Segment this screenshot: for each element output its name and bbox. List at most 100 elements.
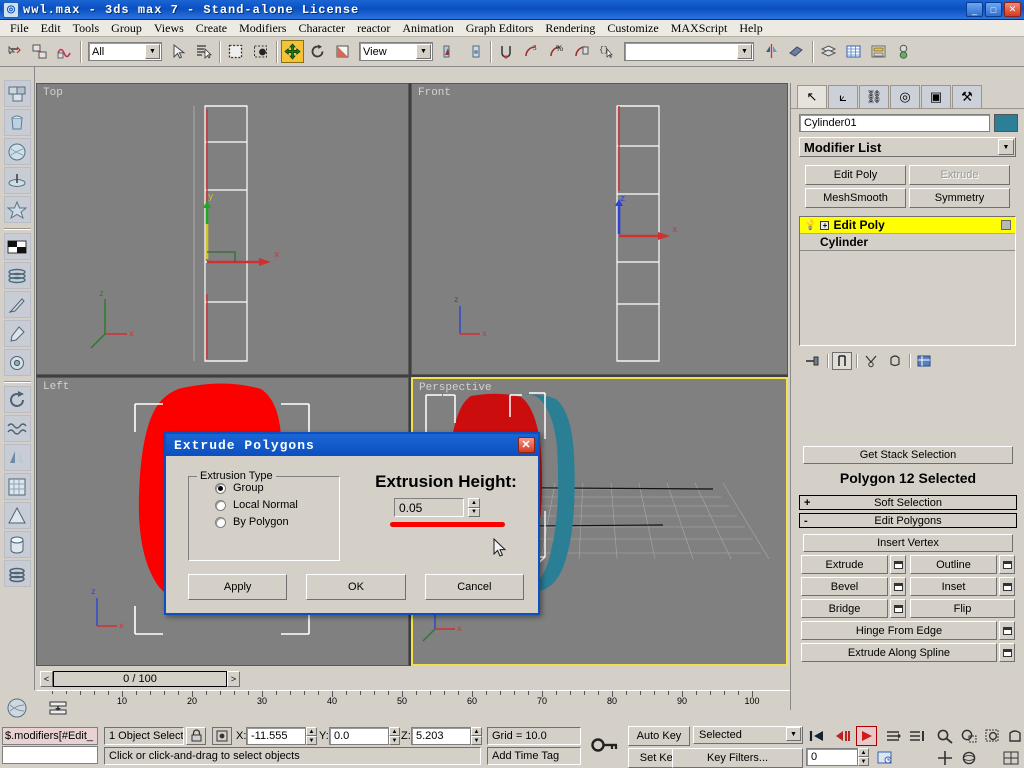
pan-button[interactable] — [934, 748, 955, 768]
create-tab[interactable]: ↖ — [797, 85, 827, 108]
next-frame-arrow[interactable]: > — [227, 671, 240, 687]
select-and-rotate-button[interactable] — [306, 40, 329, 63]
window-crossing-toggle-button[interactable] — [249, 40, 272, 63]
extrude-along-spline-button[interactable]: Extrude Along Spline — [801, 643, 997, 662]
align-button[interactable] — [785, 40, 808, 63]
render-type-button[interactable] — [3, 262, 31, 289]
previous-frame-arrow[interactable]: < — [40, 671, 53, 687]
modifier-button-symmetry[interactable]: Symmetry — [909, 188, 1010, 208]
open-track-view-button[interactable] — [2, 694, 32, 722]
snap-toggle-button[interactable] — [3, 80, 31, 107]
mirror-tool-button[interactable] — [3, 444, 31, 471]
menu-item-graph-editors[interactable]: Graph Editors — [460, 20, 540, 37]
frame-indicator[interactable]: 0 / 100 — [53, 671, 227, 687]
menu-item-tools[interactable]: Tools — [67, 20, 106, 37]
material-editor-button[interactable] — [892, 40, 915, 63]
named-selection-sets-combo[interactable]: ▼ — [624, 42, 754, 61]
spinner-up-icon[interactable]: ▲ — [468, 498, 480, 508]
select-by-name-button[interactable] — [192, 40, 215, 63]
stack-entry-edit-poly[interactable]: 💡 + Edit Poly — [800, 217, 1015, 234]
extrusion-height-field[interactable]: 0.05 — [394, 498, 464, 517]
chevron-down-icon[interactable]: ▼ — [998, 139, 1014, 155]
edit-polygon-button-flip[interactable]: Flip — [910, 599, 1015, 618]
z-coordinate-spinner[interactable]: ▲ ▼ — [471, 727, 482, 745]
object-name-field[interactable]: Cylinder01 — [799, 114, 990, 132]
rectangular-selection-region-button[interactable] — [224, 40, 247, 63]
snap-toggle-button[interactable] — [495, 40, 518, 63]
radio-local-normal-icon[interactable] — [215, 499, 226, 511]
modifier-list-dropdown[interactable]: Modifier List ▼ — [799, 137, 1016, 157]
menu-item-file[interactable]: File — [4, 20, 35, 37]
maxscript-listener-input[interactable] — [2, 746, 98, 764]
radio-local-normal-option[interactable]: Local Normal — [189, 494, 339, 511]
z-coordinate-field[interactable]: 5.203 — [411, 727, 471, 745]
time-configuration-button[interactable] — [874, 748, 895, 768]
next-frame-button[interactable] — [882, 726, 903, 746]
menu-item-customize[interactable]: Customize — [601, 20, 664, 37]
zoom-extents-button[interactable] — [982, 726, 1003, 746]
menu-item-maxscript[interactable]: MAXScript — [665, 20, 734, 37]
layer-manager-button[interactable] — [817, 40, 840, 63]
remove-modifier-button[interactable] — [885, 352, 905, 370]
select-and-link-button[interactable] — [28, 40, 51, 63]
menu-item-character[interactable]: Character — [292, 20, 351, 37]
chevron-down-icon[interactable]: ▼ — [786, 727, 801, 741]
extrusion-height-spinner[interactable]: ▲ ▼ — [468, 498, 480, 517]
add-time-tag-button[interactable]: Add Time Tag — [487, 747, 581, 765]
spiral-tool-button[interactable] — [3, 560, 31, 587]
reference-coordinate-combo[interactable]: View ▼ — [359, 42, 433, 61]
settings-button[interactable] — [3, 349, 31, 376]
go-to-start-button[interactable] — [806, 726, 827, 746]
helper-tool-button[interactable] — [3, 502, 31, 529]
key-filters-button[interactable]: Key Filters... — [672, 748, 803, 768]
lightbulb-icon[interactable]: 💡 — [804, 220, 816, 231]
menu-item-edit[interactable]: Edit — [35, 20, 67, 37]
edit-polygon-settings-inset[interactable] — [999, 577, 1015, 596]
menu-item-rendering[interactable]: Rendering — [539, 20, 601, 37]
current-frame-field[interactable]: 0 — [806, 748, 858, 766]
minimize-button[interactable]: _ — [966, 2, 983, 17]
lock-selection-button[interactable] — [186, 727, 206, 745]
extrude-along-spline-settings-button[interactable] — [999, 643, 1015, 662]
viewport-front[interactable]: z x x z Front — [411, 83, 788, 375]
x-coordinate-spinner[interactable]: ▲ ▼ — [306, 727, 317, 745]
use-pivot-center-button[interactable] — [438, 40, 461, 63]
show-end-result-button[interactable] — [832, 352, 852, 370]
dialog-close-button[interactable]: ✕ — [518, 437, 535, 453]
viewport-top[interactable]: y x x z Top — [36, 83, 409, 375]
edit-polygon-button-extrude[interactable]: Extrude — [801, 555, 888, 574]
menu-item-modifiers[interactable]: Modifiers — [233, 20, 292, 37]
menu-item-help[interactable]: Help — [733, 20, 768, 37]
radio-by-polygon-icon[interactable] — [215, 516, 226, 528]
apply-button[interactable]: Apply — [188, 574, 288, 600]
chevron-down-icon[interactable]: ▼ — [416, 44, 431, 59]
current-frame-spinner[interactable]: ▲ ▼ — [858, 748, 869, 766]
select-and-scale-button[interactable] — [331, 40, 354, 63]
zoom-button[interactable] — [934, 726, 955, 746]
render-scene-button[interactable] — [3, 233, 31, 260]
utilities-tab[interactable]: ⚒ — [952, 85, 982, 108]
x-coordinate-field[interactable]: -11.555 — [246, 727, 306, 745]
maximize-button[interactable]: □ — [985, 2, 1002, 17]
stack-toggle-box[interactable] — [1001, 220, 1011, 230]
configure-modifier-sets-button[interactable] — [914, 352, 934, 370]
curve-editor-button[interactable] — [842, 40, 865, 63]
mirror-button[interactable] — [760, 40, 783, 63]
zoom-all-button[interactable] — [958, 726, 979, 746]
select-and-move-button[interactable] — [281, 40, 304, 63]
modifier-button-meshsmooth[interactable]: MeshSmooth — [805, 188, 906, 208]
spinner-snap-toggle-button[interactable] — [3, 167, 31, 194]
rollout-header-soft-selection[interactable]: + Soft Selection — [799, 495, 1017, 510]
radio-by-polygon-option[interactable]: By Polygon — [189, 511, 339, 528]
close-button[interactable]: ✕ — [1004, 2, 1021, 17]
angle-snap-toggle-button[interactable]: 3 — [520, 40, 543, 63]
motion-tab[interactable]: ◎ — [890, 85, 920, 108]
absolute-relative-mode-button[interactable] — [212, 727, 232, 745]
cancel-button[interactable]: Cancel — [424, 574, 524, 600]
stack-entry-cylinder[interactable]: Cylinder — [800, 234, 1015, 251]
modifier-stack[interactable]: 💡 + Edit Poly Cylinder — [799, 216, 1016, 346]
insert-vertex-button[interactable]: Insert Vertex — [803, 534, 1013, 552]
schematic-view-button[interactable] — [867, 40, 890, 63]
frame-slider[interactable]: < 0 / 100 > — [40, 670, 240, 688]
named-selection-sets-button[interactable]: {} — [595, 40, 618, 63]
